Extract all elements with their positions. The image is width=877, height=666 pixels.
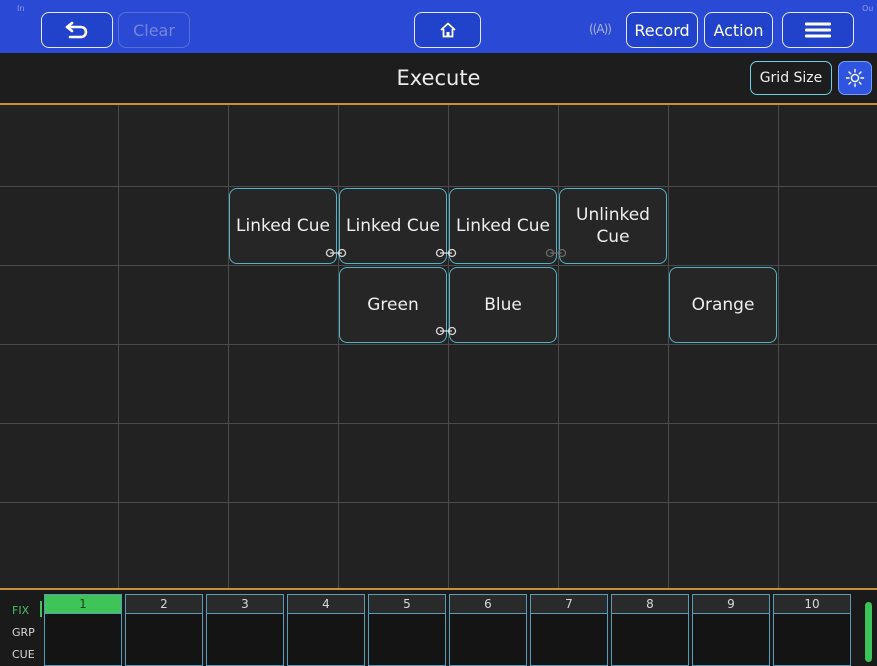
clear-button[interactable]: Clear — [118, 12, 190, 48]
grid-line — [228, 105, 229, 588]
cue-tile[interactable]: Unlinked Cue — [559, 188, 667, 264]
grid-line — [0, 423, 877, 424]
cue-tile[interactable]: Linked Cue — [229, 188, 337, 264]
record-button[interactable]: Record — [626, 12, 698, 48]
channel-number: 10 — [774, 595, 850, 614]
channel-number: 8 — [612, 595, 688, 614]
mode-grp[interactable]: GRP — [12, 626, 35, 639]
grid-line — [118, 105, 119, 588]
mode-fix[interactable]: FIX — [12, 604, 29, 617]
channel-number: 3 — [207, 595, 283, 614]
channel-number: 4 — [288, 595, 364, 614]
cue-tile[interactable]: Green — [339, 267, 447, 343]
unlink-icon — [545, 248, 567, 258]
channel-number: 5 — [369, 595, 445, 614]
channel-number: 1 — [45, 595, 121, 614]
undo-arrow-icon — [65, 21, 88, 39]
grid-line — [778, 105, 779, 588]
grid-line — [0, 265, 877, 266]
cue-tile[interactable]: Blue — [449, 267, 557, 343]
channel-slot[interactable]: 4 — [287, 594, 365, 666]
page-title: Execute — [396, 66, 481, 90]
channel-slot[interactable]: 5 — [368, 594, 446, 666]
grid-size-button[interactable]: Grid Size — [750, 61, 832, 95]
cue-label: Linked Cue — [236, 216, 330, 236]
cue-label: Unlinked Cue — [576, 205, 650, 247]
grid-line — [0, 502, 877, 503]
bottom-channel-bar: FIX GRP CUE 1 2 3 4 5 6 7 8 9 10 — [0, 588, 877, 666]
channel-slot[interactable]: 7 — [530, 594, 608, 666]
cue-tile[interactable]: Orange — [669, 267, 777, 343]
input-indicator: In — [17, 4, 25, 13]
grid-line — [338, 105, 339, 588]
mode-cue[interactable]: CUE — [12, 648, 35, 661]
menu-button[interactable] — [782, 12, 854, 48]
channel-number: 9 — [693, 595, 769, 614]
home-icon — [439, 22, 456, 38]
home-button[interactable] — [414, 12, 481, 48]
undo-button[interactable] — [41, 12, 113, 48]
channel-slot[interactable]: 10 — [773, 594, 851, 666]
output-indicator: Ou — [862, 4, 874, 13]
cue-label: Linked Cue — [456, 216, 550, 236]
channel-slot[interactable]: 8 — [611, 594, 689, 666]
cue-tile[interactable]: Linked Cue — [339, 188, 447, 264]
title-bar: Execute Grid Size — [0, 53, 877, 105]
grid-line — [448, 105, 449, 588]
cue-grid[interactable]: Linked Cue Linked Cue Linked Cue Unlinke… — [0, 105, 877, 588]
wireless-icon: ((A)) — [589, 22, 612, 36]
action-button[interactable]: Action — [704, 12, 773, 48]
channel-slot[interactable]: 9 — [692, 594, 770, 666]
active-mode-marker — [40, 601, 42, 617]
channel-number: 7 — [531, 595, 607, 614]
grid-line — [0, 344, 877, 345]
channel-number: 6 — [450, 595, 526, 614]
channel-slot[interactable]: 1 — [44, 594, 122, 666]
cue-tile[interactable]: Linked Cue — [449, 188, 557, 264]
channel-number: 2 — [126, 595, 202, 614]
top-toolbar: In Clear ((A)) Record Action Ou — [0, 0, 877, 53]
channel-slot[interactable]: 3 — [206, 594, 284, 666]
link-icon — [325, 248, 347, 258]
cue-label: Green — [367, 295, 419, 315]
scrollbar[interactable] — [865, 602, 872, 662]
cue-label: Linked Cue — [346, 216, 440, 236]
channel-slot[interactable]: 6 — [449, 594, 527, 666]
grid-line — [0, 186, 877, 187]
lightbulb-icon — [845, 68, 865, 88]
cue-label: Blue — [484, 295, 522, 315]
cue-label: Orange — [691, 295, 755, 315]
channel-slot[interactable]: 2 — [125, 594, 203, 666]
link-icon — [435, 248, 457, 258]
hamburger-menu-icon — [805, 22, 831, 38]
link-icon — [435, 326, 457, 336]
grid-line — [558, 105, 559, 588]
light-toggle-button[interactable] — [838, 61, 872, 95]
grid-line — [668, 105, 669, 588]
